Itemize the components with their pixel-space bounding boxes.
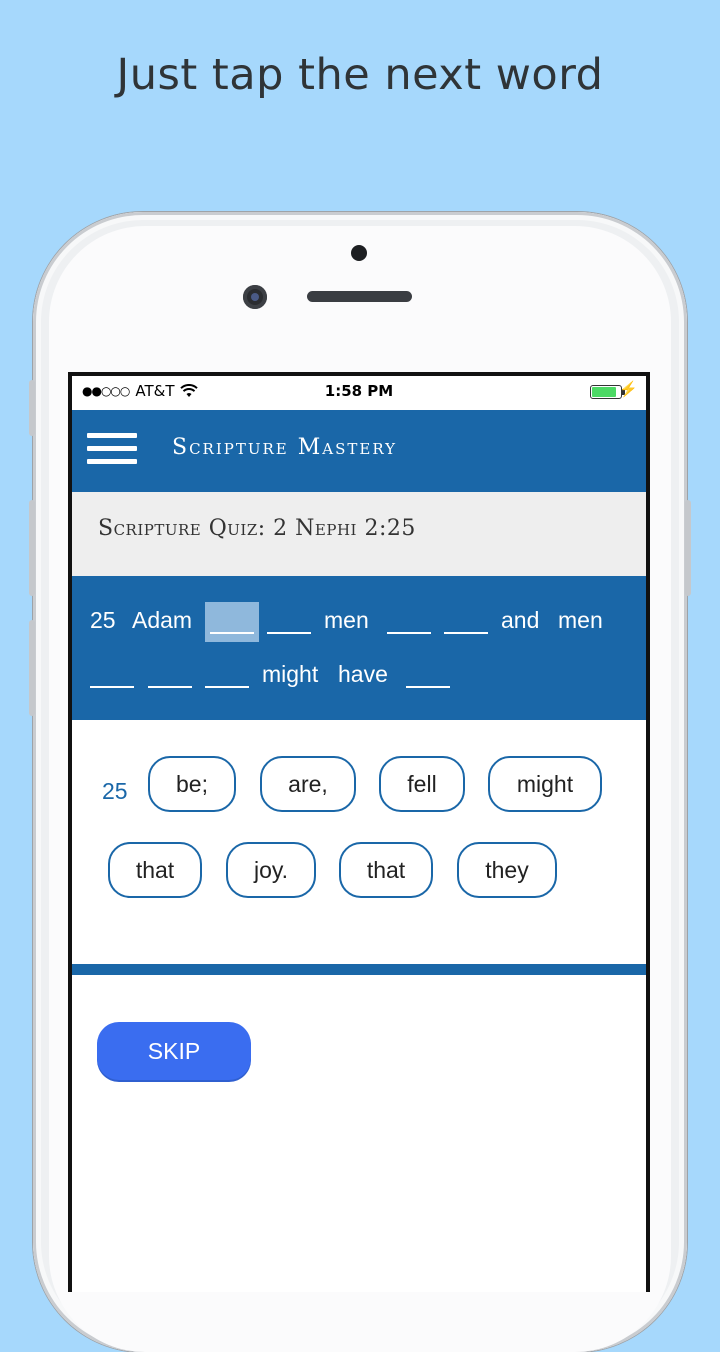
phone-screen: ●●○○○ AT&T 1:58 PM ⚡ Scripture Mastery S…: [68, 372, 650, 1292]
status-time: 1:58 PM: [324, 382, 394, 400]
verse-panel: 25 Adam men and men might have: [72, 576, 646, 720]
earpiece-speaker: [307, 291, 412, 302]
headline: Just tap the next word: [116, 50, 604, 100]
word-option-fell[interactable]: fell: [379, 756, 465, 812]
verse-word: and: [501, 607, 540, 633]
charging-bolt-icon: ⚡: [619, 381, 638, 398]
status-bar: ●●○○○ AT&T 1:58 PM ⚡: [72, 376, 646, 406]
word-option-that[interactable]: that: [339, 842, 433, 898]
phone-volume-down: [29, 620, 35, 716]
skip-button[interactable]: SKIP: [97, 1022, 251, 1080]
section-divider: [72, 964, 646, 975]
quiz-header: Scripture Quiz: 2 Nephi 2:25: [72, 492, 646, 576]
battery-icon: [590, 385, 625, 399]
app-bar: Scripture Mastery: [72, 410, 646, 492]
word-option-might[interactable]: might: [488, 756, 602, 812]
menu-icon[interactable]: [87, 433, 137, 467]
verse-word: have: [338, 661, 388, 687]
verse-blank: [406, 686, 450, 688]
proximity-sensor: [351, 245, 367, 261]
word-option-that[interactable]: that: [108, 842, 202, 898]
word-option-joy[interactable]: joy.: [226, 842, 316, 898]
verse-blank: [267, 632, 311, 634]
verse-word: men: [558, 607, 603, 633]
verse-blank: [90, 686, 134, 688]
app-title: Scripture Mastery: [172, 435, 398, 460]
word-option-be[interactable]: be;: [148, 756, 236, 812]
word-option-they[interactable]: they: [457, 842, 557, 898]
verse-blank: [387, 632, 431, 634]
verse-blank: [444, 632, 488, 634]
verse-word: men: [324, 607, 369, 633]
word-options: 25 be; are, fell might that joy. that th…: [72, 720, 646, 964]
quiz-title: Scripture Quiz: 2 Nephi 2:25: [98, 516, 416, 541]
verse-blank: [148, 686, 192, 688]
phone-volume-up: [29, 500, 35, 596]
verse-word: might: [262, 661, 319, 687]
verse-word: Adam: [132, 607, 193, 633]
phone-power-button: [685, 500, 691, 596]
phone-side-button: [29, 380, 35, 436]
active-blank-highlight: [205, 602, 259, 642]
front-camera: [243, 285, 267, 309]
verse-blank: [210, 632, 254, 634]
verse-blank: [205, 686, 249, 688]
options-verse-number: 25: [102, 778, 128, 804]
word-option-are[interactable]: are,: [260, 756, 356, 812]
verse-number: 25: [90, 607, 116, 633]
